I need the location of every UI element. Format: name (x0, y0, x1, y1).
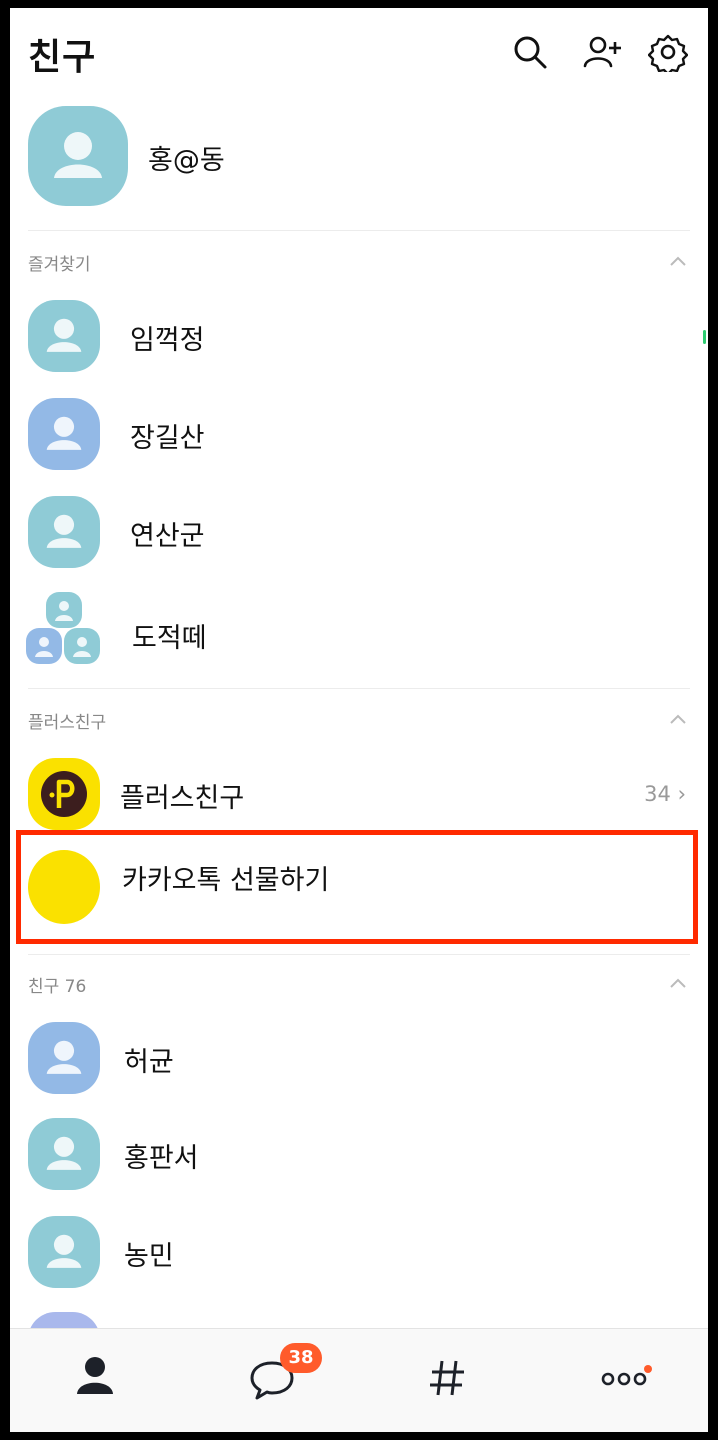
plus-friend-row[interactable]: 플러스친구 34 › (10, 754, 708, 834)
my-profile-row[interactable]: 홍@동 (10, 104, 708, 216)
chat-badge: 38 (280, 1343, 322, 1373)
friend-name: 장길산 (130, 423, 205, 454)
friend-avatar (28, 1022, 100, 1094)
friends-count-label: 친구 76 (28, 977, 87, 997)
friend-name: 농민 (124, 1241, 174, 1272)
page-title: 친구 (28, 37, 97, 78)
friend-name: 연산군 (130, 521, 205, 552)
friends-screen: 친구 홍@동 즐겨찾기 임꺽정 장길산 연산군 도적떼 플러스친구 플러스친구 … (10, 8, 708, 1432)
add-friend-icon[interactable] (582, 32, 622, 72)
search-icon[interactable] (510, 32, 550, 72)
notification-dot (644, 1365, 652, 1373)
group-name: 도적떼 (132, 623, 207, 654)
chevron-up-icon[interactable] (668, 974, 688, 994)
more-tab-icon[interactable] (594, 1347, 654, 1407)
friend-row[interactable]: 연산군 (10, 492, 708, 572)
profile-name: 홍@동 (148, 145, 225, 176)
favorites-label: 즐겨찾기 (28, 255, 91, 275)
friend-avatar (28, 1216, 100, 1288)
plus-friend-name: 플러스친구 (120, 783, 245, 814)
friend-row[interactable]: 장길산 (10, 394, 708, 474)
friend-avatar (28, 398, 100, 470)
divider (28, 230, 690, 231)
count-value: 34 (644, 782, 671, 806)
chevron-up-icon[interactable] (668, 252, 688, 272)
friend-avatar (28, 496, 100, 568)
friend-name: 임꺽정 (130, 325, 205, 356)
bottom-tab-bar: 38 (10, 1328, 708, 1432)
plus-friends-label: 플러스친구 (28, 713, 107, 733)
chevron-right-icon: › (677, 782, 686, 806)
online-indicator (703, 330, 706, 344)
highlight-box (16, 830, 698, 944)
friend-name: 홍판서 (124, 1143, 199, 1174)
plus-friends-section-header[interactable]: 플러스친구 (10, 700, 708, 740)
profile-avatar (28, 106, 128, 206)
friend-avatar (28, 300, 100, 372)
settings-icon[interactable] (647, 32, 689, 76)
plus-friend-count[interactable]: 34 › (644, 782, 686, 806)
friend-row[interactable]: 홍판서 (10, 1114, 708, 1194)
chevron-up-icon[interactable] (668, 710, 688, 730)
friend-row[interactable]: 허균 (10, 1018, 708, 1098)
friend-row[interactable]: 임꺽정 (10, 296, 708, 376)
plus-friend-logo (28, 758, 100, 830)
friend-row[interactable]: 농민 (10, 1212, 708, 1292)
hashtag-tab-icon[interactable] (418, 1347, 478, 1407)
group-avatar (26, 590, 102, 668)
divider (28, 954, 690, 955)
header: 친구 (10, 8, 708, 92)
group-chat-row[interactable]: 도적떼 (10, 588, 708, 672)
friend-name: 허균 (124, 1047, 174, 1078)
friend-avatar (28, 1118, 100, 1190)
friends-tab-icon[interactable] (65, 1347, 125, 1407)
favorites-section-header[interactable]: 즐겨찾기 (10, 242, 708, 282)
divider (28, 688, 690, 689)
friends-section-header[interactable]: 친구 76 (10, 964, 708, 1004)
